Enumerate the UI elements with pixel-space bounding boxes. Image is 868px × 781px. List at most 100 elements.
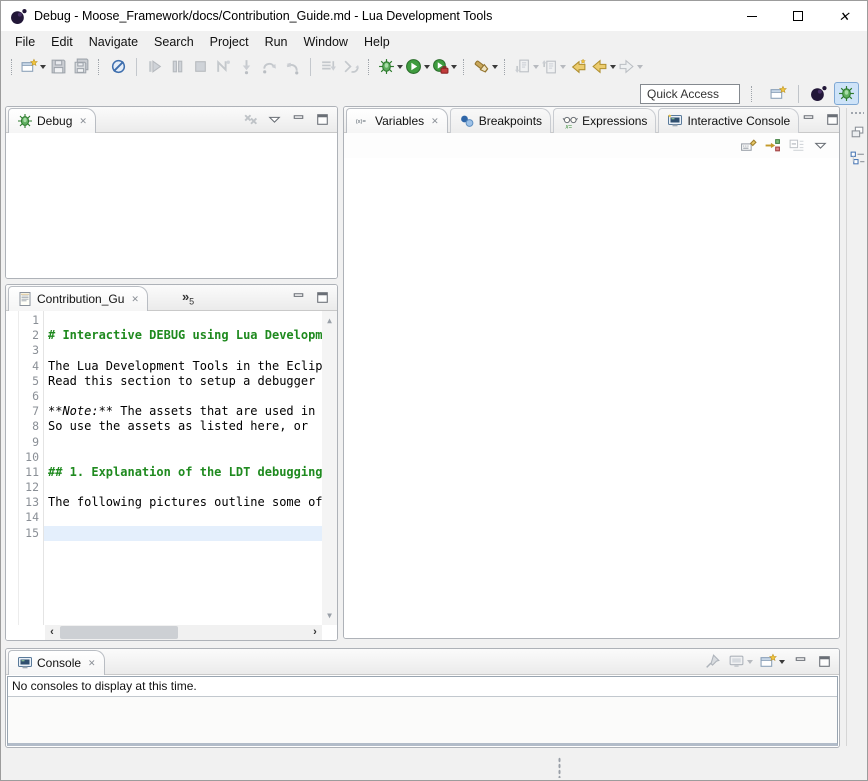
lua-perspective-button[interactable] [806, 82, 831, 105]
close-icon[interactable]: ✕ [431, 116, 439, 127]
window-minimize-button[interactable] [729, 1, 775, 31]
toolbar-separator [11, 59, 16, 75]
menu-help[interactable]: Help [356, 33, 398, 51]
close-icon[interactable]: ✕ [88, 658, 96, 669]
menu-file[interactable]: File [7, 33, 43, 51]
minimize-button[interactable] [289, 288, 308, 307]
run-button[interactable] [404, 55, 431, 78]
dropdown-arrow-icon[interactable] [610, 65, 616, 69]
restore-view-button[interactable] [849, 124, 866, 141]
code-line: # Interactive DEBUG using Lua Developm [44, 328, 322, 343]
quick-access-input[interactable]: Quick Access [640, 84, 740, 104]
open-console-button[interactable] [759, 652, 786, 671]
back-button[interactable] [590, 55, 617, 78]
search-button[interactable] [472, 55, 499, 78]
hidden-editors-chevron[interactable]: »5 [182, 289, 194, 307]
dropdown-arrow-icon[interactable] [637, 65, 643, 69]
view-menu-button[interactable] [265, 110, 284, 129]
debug-button[interactable] [377, 55, 404, 78]
console-view: Console ✕ No consoles to display at this… [5, 648, 840, 748]
last-edit-location-button[interactable] [567, 55, 590, 78]
maximize-button[interactable] [823, 110, 840, 129]
tab-debug[interactable]: Debug ✕ [8, 108, 96, 133]
scroll-down-arrow[interactable]: ▼ [327, 608, 332, 623]
show-type-names-button[interactable] [739, 136, 758, 155]
menu-window[interactable]: Window [296, 33, 356, 51]
tab-breakpoints[interactable]: Breakpoints [450, 108, 551, 133]
maximize-button[interactable] [815, 652, 834, 671]
open-perspective-button[interactable] [766, 82, 791, 105]
drop-to-frame-button [317, 55, 340, 78]
next-annotation-icon [514, 58, 531, 75]
save-all-icon [73, 58, 90, 75]
file-icon [17, 291, 33, 307]
tab-expressions[interactable]: x=Expressions [553, 108, 656, 133]
right-trim-bar [846, 108, 867, 746]
search-icon [473, 58, 490, 75]
debug-perspective-button[interactable] [834, 82, 859, 105]
dropdown-arrow-icon[interactable] [560, 65, 566, 69]
tab-label: Debug [37, 114, 72, 128]
dropdown-arrow-icon[interactable] [533, 65, 539, 69]
dropdown-arrow-icon[interactable] [747, 660, 753, 664]
scroll-right-arrow[interactable]: › [308, 626, 322, 639]
minimize-button[interactable] [791, 652, 810, 671]
collapse-all-icon [788, 137, 805, 154]
menu-search[interactable]: Search [146, 33, 202, 51]
maximize-button[interactable] [313, 110, 332, 129]
editor-horizontal-scrollbar[interactable]: ‹ › [45, 625, 322, 640]
previous-annotation-icon [541, 58, 558, 75]
scroll-left-arrow[interactable]: ‹ [45, 626, 59, 639]
tab-console[interactable]: Console ✕ [8, 650, 105, 675]
skip-all-breakpoints-button[interactable] [107, 55, 130, 78]
next-annotation-button [513, 55, 540, 78]
menu-navigate[interactable]: Navigate [81, 33, 146, 51]
menu-project[interactable]: Project [202, 33, 257, 51]
new-wizard-button[interactable] [20, 55, 47, 78]
pin-console-icon [704, 653, 721, 670]
dropdown-arrow-icon[interactable] [40, 65, 46, 69]
trim-drag-handle[interactable] [850, 111, 864, 115]
dropdown-arrow-icon[interactable] [492, 65, 498, 69]
line-number: 5 [19, 374, 39, 389]
toolbar-separator [98, 59, 103, 75]
tab-interactive-console[interactable]: Interactive Console [658, 108, 799, 133]
outline-view-button[interactable] [849, 150, 866, 167]
view-menu-button[interactable] [811, 136, 830, 155]
dropdown-arrow-icon[interactable] [397, 65, 403, 69]
debug-bug-icon [17, 113, 33, 129]
main-toolbar [1, 53, 867, 80]
statusbar-drag-handle[interactable] [558, 757, 561, 778]
pin-console-button [703, 652, 722, 671]
close-icon[interactable]: ✕ [79, 116, 87, 127]
menu-run[interactable]: Run [257, 33, 296, 51]
scroll-up-arrow[interactable]: ▲ [327, 313, 332, 328]
line-number: 15 [19, 526, 39, 541]
dropdown-arrow-icon[interactable] [779, 660, 785, 664]
maximize-icon [314, 289, 331, 306]
menubar: FileEditNavigateSearchProjectRunWindowHe… [1, 31, 867, 53]
window-maximize-button[interactable] [775, 1, 821, 31]
show-logical-structures-icon [764, 137, 781, 154]
tab-variables[interactable]: (x)=Variables✕ [346, 108, 448, 133]
minimize-button[interactable] [289, 110, 308, 129]
editor-vertical-scrollbar[interactable]: ▲ ▼ [322, 311, 337, 625]
maximize-icon [314, 111, 331, 128]
dropdown-arrow-icon[interactable] [424, 65, 430, 69]
maximize-icon [793, 11, 803, 21]
external-tools-button[interactable] [431, 55, 458, 78]
menu-edit[interactable]: Edit [43, 33, 81, 51]
dropdown-arrow-icon[interactable] [451, 65, 457, 69]
remove-all-terminated-icon [242, 111, 259, 128]
code-line [44, 526, 322, 541]
editor-text-area[interactable]: # Interactive DEBUG using Lua DevelopmTh… [44, 311, 322, 625]
close-icon[interactable]: ✕ [131, 294, 139, 305]
maximize-button[interactable] [313, 288, 332, 307]
tab-contribution-guide[interactable]: Contribution_Gu ✕ [8, 286, 148, 311]
editor-tabbar: Contribution_Gu ✕ »5 [6, 285, 337, 311]
scrollbar-thumb[interactable] [60, 626, 178, 639]
show-logical-structures-button[interactable] [763, 136, 782, 155]
minimize-button[interactable] [799, 110, 818, 129]
save-icon [50, 58, 67, 75]
window-close-button[interactable]: ✕ [821, 1, 867, 31]
